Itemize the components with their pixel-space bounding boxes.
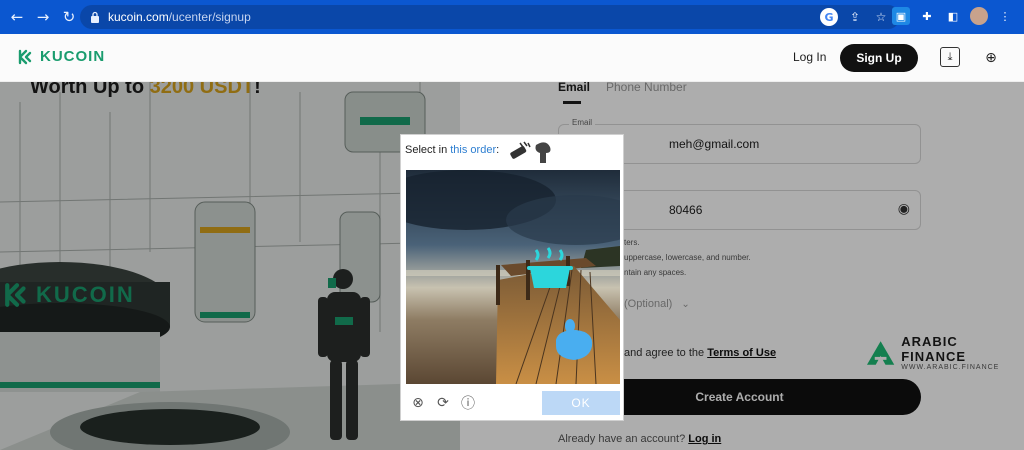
sign-up-button[interactable]: Sign Up: [840, 44, 918, 72]
hint-icon-1: [510, 141, 531, 159]
captcha-ok-button[interactable]: OK: [542, 391, 620, 415]
hint-icon-2: [535, 142, 551, 163]
reload-icon[interactable]: ↻: [56, 0, 82, 34]
download-icon[interactable]: ⤓: [940, 47, 960, 67]
captcha-dialog: Select in this order: ⊗ ⟳ ⓘ OK: [400, 134, 624, 421]
captcha-prompt-prefix: Select in: [405, 144, 451, 156]
site-header: KUCOIN Log In Sign Up ⤓ ⊕: [0, 34, 1024, 82]
captcha-image[interactable]: [406, 170, 620, 384]
profile-avatar[interactable]: [970, 7, 988, 25]
puzzle-extensions-icon[interactable]: ✚: [918, 7, 936, 25]
captcha-prompt: Select in this order:: [405, 144, 499, 156]
logo-text: KUCOIN: [40, 48, 106, 65]
side-panel-icon[interactable]: ◧: [944, 7, 962, 25]
login-link[interactable]: Log In: [793, 50, 826, 64]
bookmark-star-icon[interactable]: ☆: [872, 8, 890, 26]
share-icon[interactable]: ⇪: [846, 8, 864, 26]
captcha-prompt-suffix: :: [496, 144, 500, 156]
browser-toolbar: ← → ↻ kucoin.com/ucenter/signup G ⇪ ☆ ▣ …: [0, 0, 1024, 34]
lock-icon: [91, 11, 99, 23]
google-icon[interactable]: G: [820, 8, 838, 26]
url-host: kucoin.com: [108, 10, 169, 24]
refresh-icon[interactable]: ⟳: [434, 394, 452, 412]
globe-icon[interactable]: ⊕: [980, 47, 1002, 69]
kucoin-logo-icon: [18, 49, 32, 64]
forward-icon[interactable]: →: [30, 0, 56, 34]
close-icon[interactable]: ⊗: [409, 394, 427, 412]
back-icon[interactable]: ←: [4, 0, 30, 34]
menu-icon[interactable]: ⋮: [996, 7, 1014, 25]
extension-icon[interactable]: ▣: [892, 7, 910, 25]
kucoin-logo[interactable]: KUCOIN: [18, 48, 105, 65]
address-bar[interactable]: kucoin.com/ucenter/signup G ⇪ ☆: [80, 5, 900, 29]
url-path: /ucenter/signup: [168, 10, 251, 24]
captcha-prompt-highlight: this order: [450, 144, 497, 156]
info-icon[interactable]: ⓘ: [459, 394, 477, 412]
captcha-order-icons: [510, 141, 551, 163]
